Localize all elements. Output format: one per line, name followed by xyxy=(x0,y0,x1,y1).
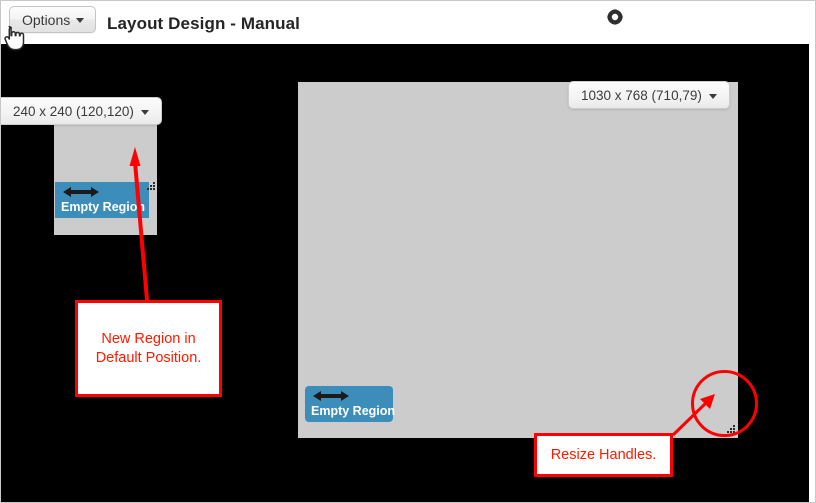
region-large-dimension-dropdown[interactable]: 1030 x 768 (710,79) xyxy=(568,81,730,109)
chevron-down-icon xyxy=(76,18,85,23)
region-small-badge-label: Empty Region xyxy=(61,200,146,214)
chevron-down-icon xyxy=(708,93,717,99)
callout-resize-handles: Resize Handles. xyxy=(534,433,673,477)
page-title: Layout Design - Manual xyxy=(107,14,300,33)
region-small-badge[interactable]: Empty Region xyxy=(55,182,149,219)
region-large[interactable] xyxy=(298,82,738,438)
callout-new-region-label: New Region in Default Position. xyxy=(95,331,202,366)
resize-arrows-icon xyxy=(311,389,387,404)
region-large-dimension-label: 1030 x 768 (710,79) xyxy=(581,87,702,103)
region-small-dimension-label: 240 x 240 (120,120) xyxy=(13,103,134,119)
gear-icon[interactable] xyxy=(607,9,623,25)
callout-new-region: New Region in Default Position. xyxy=(75,300,222,397)
chevron-down-icon xyxy=(140,109,149,115)
callout-resize-handles-label: Resize Handles. xyxy=(550,446,657,463)
resize-handle-icon[interactable] xyxy=(724,423,736,435)
region-small-dimension-dropdown[interactable]: 240 x 240 (120,120) xyxy=(1,97,162,125)
region-large-badge-label: Empty Region xyxy=(311,404,396,418)
region-large-badge[interactable]: Empty Region xyxy=(305,386,396,423)
resize-handle-icon[interactable] xyxy=(144,180,156,192)
options-button[interactable]: Options xyxy=(9,6,97,33)
layout-design-window: Options Layout Design - Manual Empty Reg… xyxy=(0,0,816,503)
toolbar: Options Layout Design - Manual xyxy=(1,1,815,51)
resize-arrows-icon xyxy=(61,185,143,200)
options-button-label: Options xyxy=(22,11,71,28)
region-small[interactable] xyxy=(54,124,157,235)
